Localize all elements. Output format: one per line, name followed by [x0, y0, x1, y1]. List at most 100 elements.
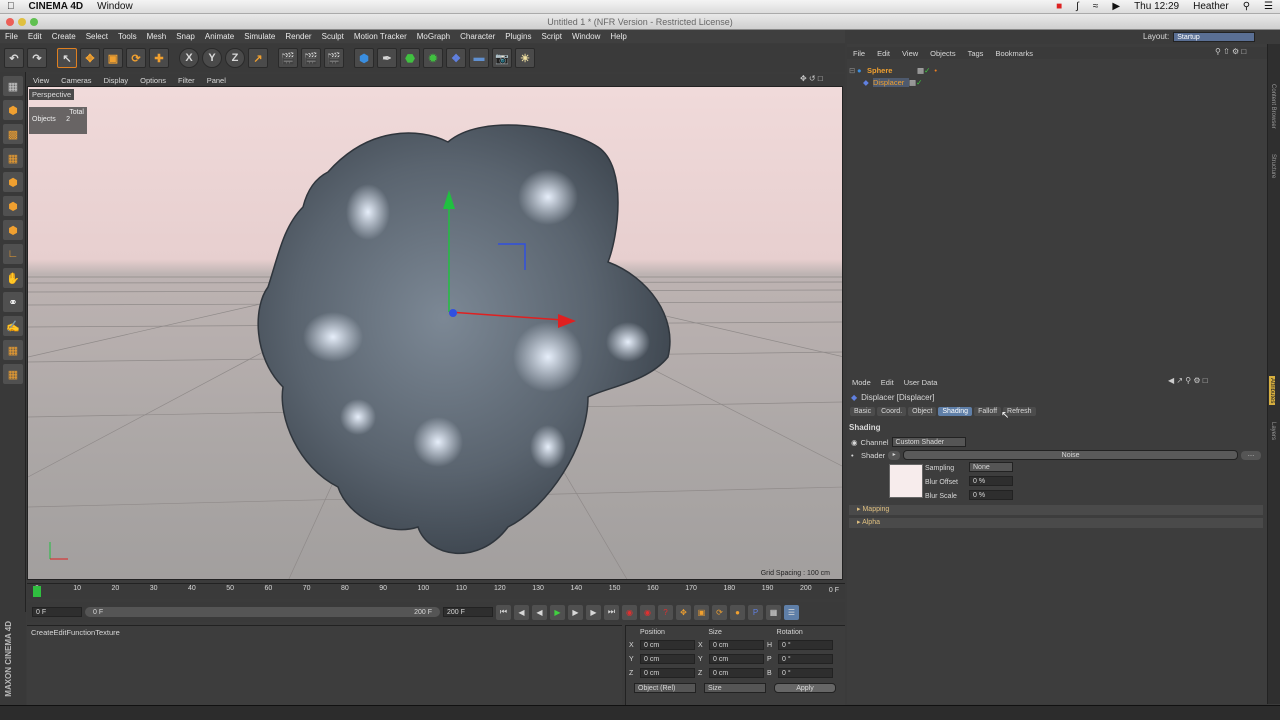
menu-motion-tracker[interactable]: Motion Tracker — [349, 32, 412, 41]
mapping-section[interactable]: ▸ Mapping — [849, 505, 1263, 515]
redo-icon[interactable]: ↷ — [27, 48, 47, 68]
live-selection-icon[interactable]: ↖ — [57, 48, 77, 68]
attribute-menu-mode[interactable]: Mode — [847, 378, 876, 387]
render-settings-icon[interactable]: 🎬 — [324, 48, 344, 68]
material-menu-function[interactable]: Function — [66, 628, 95, 637]
floor-icon[interactable]: ▬ — [469, 48, 489, 68]
perspective-viewport[interactable]: Perspective Total Objects 2 Grid Spacing … — [27, 86, 843, 580]
timeline-ruler[interactable]: 0102030405060708090100110120130140150160… — [27, 583, 845, 599]
coordinate-size-field[interactable]: 0 cm — [709, 654, 764, 664]
viewport-nav-icons[interactable]: ✥ ↺ □ — [800, 74, 823, 83]
shader-preview[interactable] — [889, 464, 923, 498]
undo-icon[interactable]: ↶ — [4, 48, 24, 68]
record-parameter-icon[interactable]: ● — [730, 604, 745, 620]
make-editable-icon[interactable]: ▦ — [3, 76, 23, 96]
menu-select[interactable]: Select — [81, 32, 113, 41]
alpha-section[interactable]: ▸ Alpha — [849, 518, 1263, 528]
coordinate-rot-field[interactable]: 0 ° — [778, 640, 833, 650]
menu-edit[interactable]: Edit — [23, 32, 47, 41]
record-active-icon[interactable]: ◉ — [622, 604, 637, 620]
bluetooth-icon[interactable]: ∫ — [1069, 1, 1086, 12]
menu-character[interactable]: Character — [455, 32, 500, 41]
menu-window[interactable]: Window — [567, 32, 605, 41]
blur-offset-field[interactable]: 0 % — [969, 476, 1013, 486]
more-button[interactable]: … — [1241, 450, 1261, 460]
timeline-menu-icon[interactable]: ☰ — [784, 604, 799, 620]
object-menu-edit[interactable]: Edit — [871, 49, 896, 58]
channel-dropdown[interactable]: Custom Shader — [891, 437, 966, 447]
coordinate-rot-field[interactable]: 0 ° — [778, 668, 833, 678]
coordinate-system-icon[interactable]: ↗ — [248, 48, 268, 68]
array-icon[interactable]: ✹ — [423, 48, 443, 68]
mac-app-name[interactable]: CINEMA 4D — [22, 1, 91, 12]
previous-frame-icon[interactable]: ◀ — [532, 604, 547, 620]
shader-field[interactable]: Noise — [903, 450, 1238, 460]
polygons-mode-icon[interactable]: ⬢ — [3, 220, 23, 240]
tab-basic[interactable]: Basic — [850, 407, 876, 416]
viewport-menu-view[interactable]: View — [27, 76, 55, 85]
menu-sculpt[interactable]: Sculpt — [317, 32, 349, 41]
layers-tab[interactable]: Layers — [1270, 422, 1276, 440]
go-to-end-icon[interactable]: ⏭ — [604, 604, 619, 620]
object-manager-icons[interactable]: ⚲ ⇧ ⚙ □ — [1215, 47, 1246, 56]
object-menu-objects[interactable]: Objects — [924, 49, 961, 58]
menu-help[interactable]: Help — [605, 32, 631, 41]
material-menu-texture[interactable]: Texture — [95, 628, 120, 637]
next-key-icon[interactable]: ▶ — [586, 604, 601, 620]
move-icon[interactable]: ✥ — [80, 48, 100, 68]
attribute-nav-icons[interactable]: ◀ ↗ ⚲ ⚙ □ — [1168, 376, 1208, 385]
object-menu-tags[interactable]: Tags — [962, 49, 990, 58]
max-frame-field[interactable]: 200 F — [443, 607, 493, 617]
mac-menu-window[interactable]: Window — [90, 1, 140, 12]
recent-tool-icon[interactable]: ✚ — [149, 48, 169, 68]
material-menu-edit[interactable]: Edit — [54, 628, 67, 637]
blur-scale-field[interactable]: 0 % — [969, 490, 1013, 500]
lock-workplane-icon[interactable]: ▦ — [3, 340, 23, 360]
menu-snap[interactable]: Snap — [171, 32, 200, 41]
radio-icon[interactable]: ◉ — [851, 438, 858, 447]
go-to-start-icon[interactable]: ⏮ — [496, 604, 511, 620]
sculpt-icon[interactable]: ✍ — [3, 316, 23, 336]
mac-clock[interactable]: Thu 12:29 — [1127, 1, 1186, 12]
points-mode-icon[interactable]: ⬢ — [3, 172, 23, 192]
scale-icon[interactable]: ▣ — [103, 48, 123, 68]
coordinate-pos-field[interactable]: 0 cm — [640, 668, 695, 678]
viewport-menu-panel[interactable]: Panel — [201, 76, 232, 85]
close-window-button[interactable] — [6, 18, 14, 26]
wifi-icon[interactable]: ≈ — [1086, 1, 1106, 12]
coordinate-rot-field[interactable]: 0 ° — [778, 654, 833, 664]
next-frame-icon[interactable]: ▶ — [568, 604, 583, 620]
record-icon[interactable]: ■ — [1049, 1, 1069, 12]
coordinate-pos-field[interactable]: 0 cm — [640, 654, 695, 664]
volume-icon[interactable]: ▶ — [1105, 1, 1127, 12]
pen-icon[interactable]: ✒ — [377, 48, 397, 68]
content-browser-tab[interactable]: Content Browser — [1270, 84, 1276, 129]
keyframe-selection-icon[interactable]: ? — [658, 604, 673, 620]
menu-simulate[interactable]: Simulate — [239, 32, 280, 41]
tag-icon[interactable]: • — [934, 66, 937, 75]
object-row-sphere[interactable]: ⊟ ● Sphere ▦ ✓ • — [849, 64, 937, 76]
coordinate-size-field[interactable]: 0 cm — [709, 668, 764, 678]
model-mode-icon[interactable]: ⬢ — [3, 100, 23, 120]
autokey-icon[interactable]: ◉ — [640, 604, 655, 620]
previous-key-icon[interactable]: ◀ — [514, 604, 529, 620]
mac-user[interactable]: Heather — [1186, 1, 1236, 12]
zoom-window-button[interactable] — [30, 18, 38, 26]
object-menu-view[interactable]: View — [896, 49, 924, 58]
menu-animate[interactable]: Animate — [200, 32, 239, 41]
object-menu-bookmarks[interactable]: Bookmarks — [989, 49, 1039, 58]
search-icon[interactable]: ⚲ — [1236, 1, 1257, 12]
menu-script[interactable]: Script — [536, 32, 566, 41]
object-name[interactable]: Displacer — [873, 77, 909, 87]
viewport-name[interactable]: Perspective — [29, 89, 75, 100]
apply-button[interactable]: Apply — [774, 683, 836, 693]
current-frame-field[interactable]: 0 F — [32, 607, 82, 617]
frame-range-slider[interactable]: 0 F 200 F — [85, 607, 440, 617]
record-position-icon[interactable]: ✥ — [676, 604, 691, 620]
render-picture-viewer-icon[interactable]: 🎬 — [301, 48, 321, 68]
grid-icon[interactable]: ▦ — [3, 364, 23, 384]
viewport-menu-filter[interactable]: Filter — [172, 76, 201, 85]
visibility-icon[interactable]: ▦ — [917, 66, 924, 75]
attributes-tab[interactable]: Attributes — [1269, 376, 1275, 406]
record-rotation-icon[interactable]: ⟳ — [712, 604, 727, 620]
